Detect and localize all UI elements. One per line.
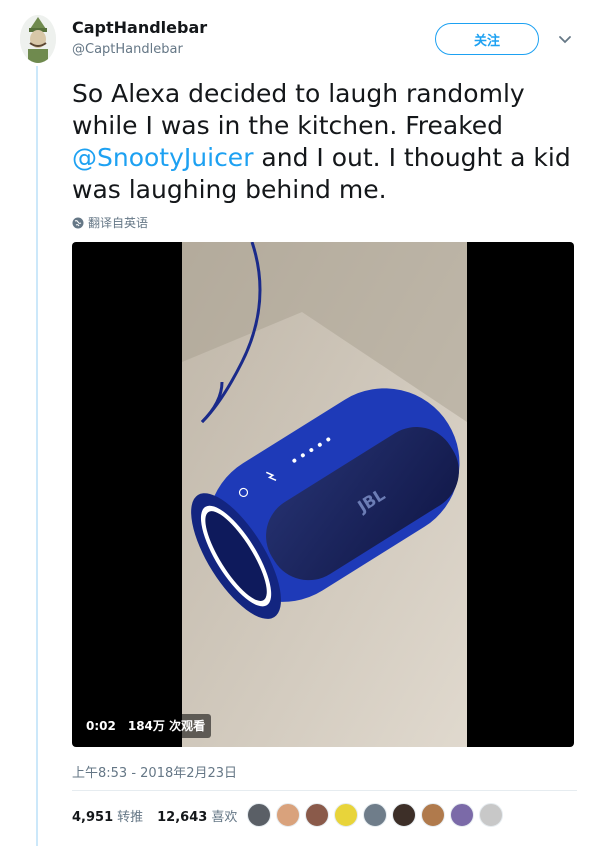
globe-icon xyxy=(72,217,84,228)
video-frame: JBL xyxy=(182,242,467,747)
likes-label: 喜欢 xyxy=(211,810,238,825)
retweets-label: 转推 xyxy=(117,810,144,825)
avatar[interactable] xyxy=(20,15,56,63)
mention-link[interactable]: @SnootyJuicer xyxy=(72,143,253,172)
video-views: 184万 次观看 xyxy=(121,714,212,738)
video-player[interactable]: JBL 0:02 184万 次观看 xyxy=(72,242,574,747)
follow-button[interactable]: 关注 xyxy=(435,23,539,55)
thread-line xyxy=(36,66,38,846)
liker-avatar-7[interactable] xyxy=(421,803,445,827)
likers-avatars xyxy=(247,803,508,827)
tweet-stats: 4,951 转推 12,643 喜欢 xyxy=(72,806,251,825)
user-handle[interactable]: @CaptHandlebar xyxy=(72,42,183,57)
likes-count: 12,643 xyxy=(157,810,208,825)
liker-avatar-5[interactable] xyxy=(363,803,387,827)
translate-label: 翻译自英语 xyxy=(88,216,149,230)
liker-avatar-1[interactable] xyxy=(247,803,271,827)
user-display-name[interactable]: CaptHandlebar xyxy=(72,18,207,37)
video-duration: 0:02 xyxy=(86,719,116,733)
follow-button-label: 关注 xyxy=(473,33,500,49)
retweets-count: 4,951 xyxy=(72,810,114,825)
tweet-timestamp[interactable]: 上午8:53 - 2018年2月23日 xyxy=(72,762,237,781)
liker-avatar-8[interactable] xyxy=(450,803,474,827)
tweet-text: So Alexa decided to laugh randomly while… xyxy=(72,78,577,206)
tweet-text-part-1: So Alexa decided to laugh randomly while… xyxy=(72,79,525,140)
video-meta: 0:02 184万 次观看 xyxy=(80,714,212,738)
liker-avatar-2[interactable] xyxy=(276,803,300,827)
liker-avatar-9[interactable] xyxy=(479,803,503,827)
retweets-stat[interactable]: 4,951 转推 xyxy=(72,806,143,825)
translate-link[interactable]: 翻译自英语 xyxy=(72,214,148,231)
likes-stat[interactable]: 12,643 喜欢 xyxy=(157,806,237,825)
liker-avatar-3[interactable] xyxy=(305,803,329,827)
liker-avatar-6[interactable] xyxy=(392,803,416,827)
divider xyxy=(72,790,577,791)
chevron-down-icon[interactable] xyxy=(556,30,574,48)
liker-avatar-4[interactable] xyxy=(334,803,358,827)
